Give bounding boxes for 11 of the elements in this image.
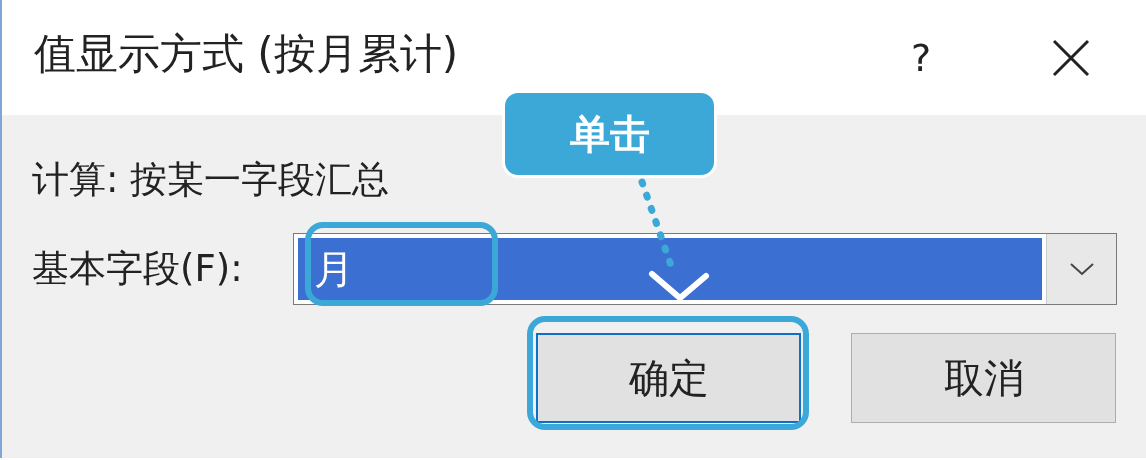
calculation-label: 计算: 按某一字段汇总 — [32, 157, 391, 203]
dropdown-value: 月 — [297, 238, 1042, 300]
chevron-down-icon — [1068, 261, 1095, 277]
window-title: 值显示方式 (按月累计) — [34, 27, 460, 80]
ok-button[interactable]: 确定 — [536, 333, 801, 423]
callout-label: 单击 — [502, 90, 717, 178]
cancel-button[interactable]: 取消 — [851, 333, 1116, 423]
close-icon — [1051, 37, 1091, 78]
base-field-label: 基本字段(F): — [32, 246, 243, 292]
base-field-dropdown[interactable]: 月 — [292, 233, 1117, 305]
help-button[interactable]: ? — [866, 17, 976, 98]
